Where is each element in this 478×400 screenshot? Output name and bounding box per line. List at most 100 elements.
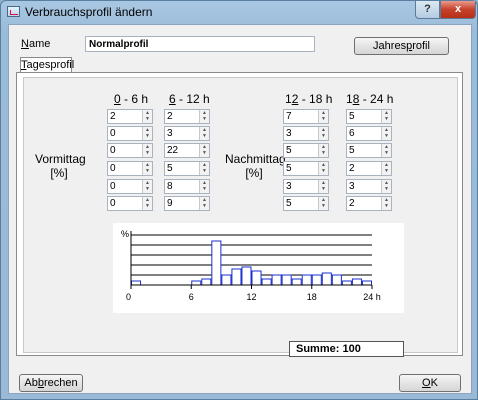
hour-spinner[interactable]: 7 ▲ ▼ (283, 109, 329, 124)
spinner-down-icon[interactable]: ▼ (319, 203, 328, 209)
spinner-value[interactable]: 9 (167, 198, 173, 210)
spinner-value[interactable]: 7 (286, 111, 292, 123)
hour-spinner[interactable]: 5 ▲ ▼ (164, 161, 210, 176)
chart-bar (341, 280, 352, 286)
spinner-down-icon[interactable]: ▼ (382, 186, 391, 192)
hour-spinner[interactable]: 9 ▲ ▼ (164, 196, 210, 211)
hour-spinner[interactable]: 5 ▲ ▼ (283, 143, 329, 158)
chart-app-icon (7, 6, 20, 17)
spinner-arrows: ▲ ▼ (199, 197, 209, 210)
x-tick-label: 18 (307, 292, 317, 302)
spinner-value[interactable]: 5 (286, 198, 292, 210)
spinner-arrows: ▲ ▼ (142, 180, 152, 193)
hour-spinner[interactable]: 5 ▲ ▼ (283, 161, 329, 176)
spinner-value[interactable]: 2 (167, 111, 173, 123)
hour-spinner[interactable]: 0 ▲ ▼ (107, 161, 153, 176)
spinner-down-icon[interactable]: ▼ (382, 116, 391, 122)
hour-spinner[interactable]: 22 ▲ ▼ (164, 143, 210, 158)
spinner-down-icon[interactable]: ▼ (319, 116, 328, 122)
spinner-value[interactable]: 0 (110, 163, 116, 175)
spinner-down-icon[interactable]: ▼ (143, 150, 152, 156)
abbrechen-button[interactable]: Abbrechen (19, 374, 83, 392)
spinner-value[interactable]: 22 (167, 145, 178, 157)
spinner-down-icon[interactable]: ▼ (143, 133, 152, 139)
hour-spinner[interactable]: 0 ▲ ▼ (107, 196, 153, 211)
hour-spinner[interactable]: 3 ▲ ▼ (283, 179, 329, 194)
nachmittag-label: Nachmittag [%] (225, 152, 286, 180)
spinner-value[interactable]: 5 (286, 145, 292, 157)
chart-bar (351, 278, 362, 286)
spinner-value[interactable]: 3 (349, 181, 355, 193)
spinner-value[interactable]: 2 (349, 163, 355, 175)
spinner-down-icon[interactable]: ▼ (319, 133, 328, 139)
spinner-down-icon[interactable]: ▼ (200, 116, 209, 122)
close-button[interactable]: x (440, 1, 476, 19)
chart-bar (291, 278, 302, 286)
spinner-down-icon[interactable]: ▼ (382, 168, 391, 174)
spinner-value[interactable]: 0 (110, 145, 116, 157)
hour-spinner[interactable]: 2 ▲ ▼ (107, 109, 153, 124)
spinner-value[interactable]: 2 (349, 198, 355, 210)
spinner-value[interactable]: 0 (110, 198, 116, 210)
hour-spinner[interactable]: 3 ▲ ▼ (164, 126, 210, 141)
chart-bar (251, 270, 262, 286)
spinner-value[interactable]: 5 (349, 145, 355, 157)
spinner-down-icon[interactable]: ▼ (382, 133, 391, 139)
chart-bar (221, 274, 232, 286)
hour-spinner[interactable]: 8 ▲ ▼ (164, 179, 210, 194)
spinner-arrows: ▲ ▼ (318, 127, 328, 140)
hour-spinner[interactable]: 0 ▲ ▼ (107, 143, 153, 158)
name-label: Name (21, 38, 51, 50)
spinner-down-icon[interactable]: ▼ (200, 133, 209, 139)
spinner-down-icon[interactable]: ▼ (200, 150, 209, 156)
spinner-down-icon[interactable]: ▼ (382, 203, 391, 209)
hour-spinner[interactable]: 2 ▲ ▼ (346, 161, 392, 176)
chart-bar (191, 280, 202, 286)
spinner-down-icon[interactable]: ▼ (143, 186, 152, 192)
summe-display: Summe: 100 (289, 341, 404, 357)
spinner-value[interactable]: 5 (286, 163, 292, 175)
spinner-value[interactable]: 0 (110, 181, 116, 193)
jahresprofil-button[interactable]: Jahresprofil (354, 37, 449, 55)
spinner-value[interactable]: 6 (349, 128, 355, 140)
spinner-value[interactable]: 5 (349, 111, 355, 123)
hour-spinner[interactable]: 2 ▲ ▼ (164, 109, 210, 124)
hour-spinner[interactable]: 3 ▲ ▼ (283, 126, 329, 141)
title-bar[interactable]: Verbrauchsprofil ändern ? x (1, 1, 477, 23)
spinner-down-icon[interactable]: ▼ (143, 203, 152, 209)
spinner-value[interactable]: 8 (167, 181, 173, 193)
hour-spinner[interactable]: 5 ▲ ▼ (283, 196, 329, 211)
spinner-down-icon[interactable]: ▼ (319, 150, 328, 156)
spinner-arrows: ▲ ▼ (199, 162, 209, 175)
spinner-down-icon[interactable]: ▼ (200, 168, 209, 174)
spinner-down-icon[interactable]: ▼ (143, 116, 152, 122)
spinner-down-icon[interactable]: ▼ (143, 168, 152, 174)
hour-spinner[interactable]: 6 ▲ ▼ (346, 126, 392, 141)
hour-spinner[interactable]: 2 ▲ ▼ (346, 196, 392, 211)
spinner-value[interactable]: 2 (110, 111, 116, 123)
chart-bar (331, 274, 342, 286)
spinner-value[interactable]: 3 (286, 181, 292, 193)
tab-tagesprofil[interactable]: Tagesprofil (20, 57, 74, 73)
col-header-6-12: 6 - 12 h (169, 92, 210, 106)
hour-spinner[interactable]: 0 ▲ ▼ (107, 126, 153, 141)
name-input[interactable]: Normalprofil (85, 36, 315, 52)
spinner-down-icon[interactable]: ▼ (200, 186, 209, 192)
help-button[interactable]: ? (415, 1, 440, 19)
hour-spinner[interactable]: 3 ▲ ▼ (346, 179, 392, 194)
spinner-down-icon[interactable]: ▼ (200, 203, 209, 209)
hour-spinner[interactable]: 5 ▲ ▼ (346, 143, 392, 158)
spinner-down-icon[interactable]: ▼ (319, 168, 328, 174)
spinner-value[interactable]: 5 (167, 163, 173, 175)
col-header-0-6: 0 - 6 h (114, 92, 149, 106)
spinner-down-icon[interactable]: ▼ (319, 186, 328, 192)
spinner-value[interactable]: 0 (110, 128, 116, 140)
window-title: Verbrauchsprofil ändern (25, 5, 153, 19)
hour-spinner[interactable]: 5 ▲ ▼ (346, 109, 392, 124)
hour-spinner[interactable]: 0 ▲ ▼ (107, 179, 153, 194)
ok-button[interactable]: OK (399, 374, 461, 392)
spinner-value[interactable]: 3 (167, 128, 173, 140)
spinner-value[interactable]: 3 (286, 128, 292, 140)
spinner-down-icon[interactable]: ▼ (382, 150, 391, 156)
spinner-arrows: ▲ ▼ (199, 144, 209, 157)
